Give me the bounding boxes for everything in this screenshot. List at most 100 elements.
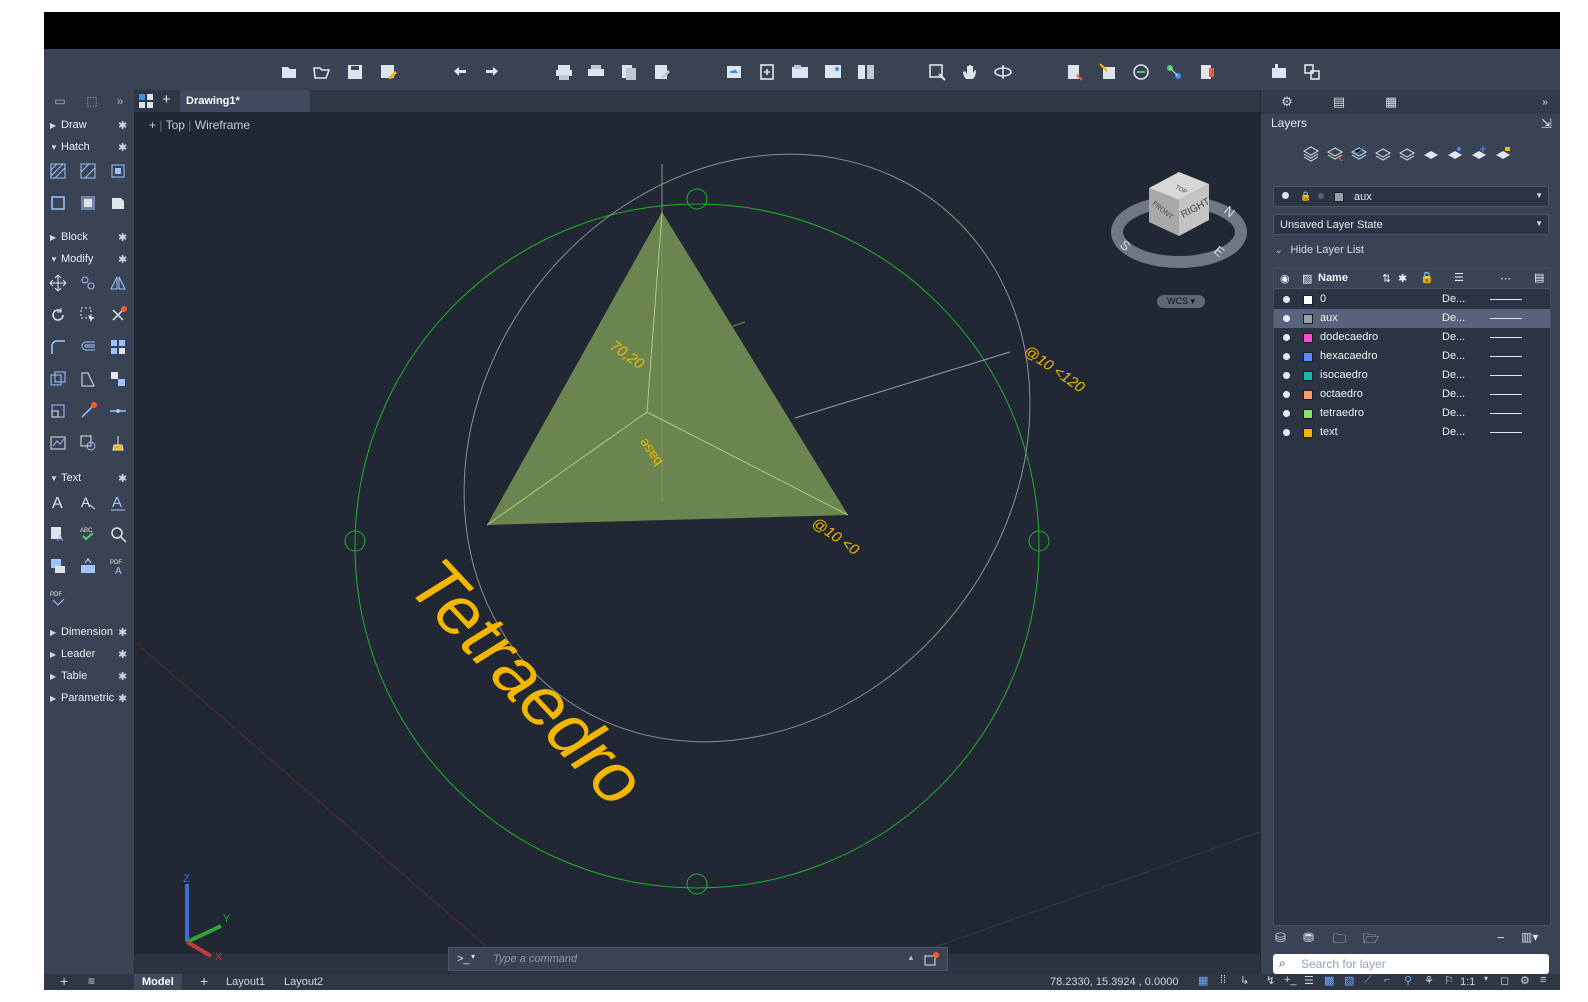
scale-icon[interactable] bbox=[77, 368, 99, 390]
fillet-icon[interactable] bbox=[47, 336, 69, 358]
tab-blocks-icon[interactable]: ▦ bbox=[1377, 93, 1405, 111]
selection-cycling-icon[interactable]: ⚲ bbox=[1404, 974, 1412, 987]
command-history-arrow-icon[interactable]: ▲ bbox=[907, 953, 915, 962]
layer-visibility-icon[interactable] bbox=[1283, 334, 1290, 341]
section-draw[interactable]: ▶ Draw ✱ bbox=[44, 116, 134, 136]
layer-visibility-icon[interactable] bbox=[1283, 372, 1290, 379]
xref-icon[interactable] bbox=[789, 61, 811, 83]
layer-row[interactable]: dodecaedro De... bbox=[1274, 328, 1550, 347]
gear-icon[interactable]: ✱ bbox=[118, 472, 127, 485]
minus-icon[interactable]: − bbox=[1497, 930, 1505, 945]
panel-undock-icon[interactable]: ⇲ bbox=[1541, 116, 1552, 132]
layer-linetype-sample[interactable] bbox=[1490, 356, 1522, 357]
layer-linetype-sample[interactable] bbox=[1490, 337, 1522, 338]
layer-linetype-sample[interactable] bbox=[1490, 375, 1522, 376]
move-icon[interactable] bbox=[47, 272, 69, 294]
layer-linetype-sample[interactable] bbox=[1490, 394, 1522, 395]
lineweight-icon[interactable]: ☰ bbox=[1304, 974, 1314, 987]
text-align-icon[interactable] bbox=[47, 555, 69, 577]
gear-icon[interactable]: ✱ bbox=[118, 253, 127, 266]
gear-icon[interactable]: ✱ bbox=[118, 670, 127, 683]
tab-layout2[interactable]: Layout2 bbox=[276, 974, 331, 990]
new-layout-plus-icon[interactable]: + bbox=[200, 974, 208, 988]
multiline-text-icon[interactable]: A bbox=[47, 491, 69, 513]
new-layer-footer-icon[interactable]: ⛁ bbox=[1275, 930, 1286, 946]
raster-image-icon[interactable] bbox=[822, 61, 844, 83]
layer-linetype-sample[interactable] bbox=[1490, 299, 1522, 300]
single-line-text-icon[interactable]: A bbox=[77, 491, 99, 513]
layer-row[interactable]: 0 De... bbox=[1274, 290, 1550, 309]
section-dimension[interactable]: ▶ Dimension ✱ bbox=[44, 623, 134, 643]
panel-collapse-icon[interactable]: » bbox=[1531, 93, 1559, 111]
palette-expand-icon[interactable]: » bbox=[110, 90, 130, 112]
command-line[interactable]: >_ ▾ Type a command ▲ bbox=[448, 947, 948, 971]
tab-properties-icon[interactable]: ⚙ bbox=[1273, 93, 1301, 111]
name-column-header[interactable]: Name bbox=[1318, 272, 1348, 284]
layout-list-icon[interactable]: ≡ bbox=[88, 974, 95, 988]
tab-layout1[interactable]: Layout1 bbox=[218, 974, 273, 990]
palette-tab-3d-icon[interactable]: ⬚ bbox=[80, 90, 104, 112]
orbit-icon[interactable] bbox=[992, 61, 1014, 83]
isometric-drafting-icon[interactable]: ▩ bbox=[1324, 974, 1334, 987]
data-extraction-icon[interactable] bbox=[1268, 61, 1290, 83]
compare-icon[interactable] bbox=[855, 61, 877, 83]
design-center-icon[interactable] bbox=[1130, 61, 1152, 83]
layer-row[interactable]: tetraedro De... bbox=[1274, 404, 1550, 423]
linetype-column-icon[interactable]: ⋯ bbox=[1500, 272, 1511, 285]
add-icon[interactable]: + bbox=[60, 974, 68, 988]
import-icon[interactable] bbox=[723, 61, 745, 83]
gear-icon[interactable]: ✱ bbox=[118, 626, 127, 639]
annotation-scale-value[interactable]: 1:1 bbox=[1460, 976, 1475, 988]
layer-linetype-sample[interactable] bbox=[1490, 432, 1522, 433]
visibility-column-eye-icon[interactable]: ◉ bbox=[1280, 272, 1290, 285]
new-file-icon[interactable] bbox=[278, 61, 300, 83]
renumber-icon[interactable] bbox=[1301, 61, 1323, 83]
object-snap-tracking-icon[interactable]: ▧ bbox=[1344, 974, 1354, 987]
start-tab-icon[interactable] bbox=[138, 93, 154, 109]
layer-color-swatch[interactable] bbox=[1303, 295, 1313, 305]
array-icon[interactable] bbox=[107, 336, 129, 358]
pdf-text-import-icon[interactable]: PDF A bbox=[107, 555, 129, 577]
trim-icon[interactable] bbox=[107, 304, 129, 326]
undo-icon[interactable] bbox=[449, 61, 471, 83]
polar-tracking-icon[interactable]: ⌐ bbox=[1384, 974, 1390, 986]
match-properties-icon[interactable] bbox=[1064, 61, 1086, 83]
infer-constraints-icon[interactable]: ↳ bbox=[1240, 974, 1249, 987]
layer-row[interactable]: hexacaedro De... bbox=[1274, 347, 1550, 366]
gear-icon[interactable]: ✱ bbox=[118, 231, 127, 244]
text-style-icon[interactable]: A bbox=[107, 491, 129, 513]
layer-color-swatch[interactable] bbox=[1303, 371, 1313, 381]
open-file-icon[interactable] bbox=[311, 61, 333, 83]
new-layer-icon[interactable] bbox=[1301, 144, 1321, 164]
rotate-icon[interactable] bbox=[47, 304, 69, 326]
tab-layers-icon[interactable]: ▤ bbox=[1325, 93, 1353, 111]
gear-icon[interactable]: ✱ bbox=[118, 119, 127, 132]
redo-icon[interactable] bbox=[481, 61, 503, 83]
batch-plot-icon[interactable] bbox=[585, 61, 607, 83]
ortho-mode-icon[interactable]: +_ bbox=[1284, 974, 1297, 986]
block-editor-icon[interactable] bbox=[1097, 61, 1119, 83]
column-settings-icon[interactable]: ▤ bbox=[1534, 271, 1544, 284]
section-leader[interactable]: ▶ Leader ✱ bbox=[44, 645, 134, 665]
new-group-filter-icon[interactable]: 🗀 bbox=[1333, 930, 1346, 952]
save-icon[interactable] bbox=[344, 61, 366, 83]
layer-color-swatch[interactable] bbox=[1303, 409, 1313, 419]
annotation-visibility-icon[interactable]: ⚘ bbox=[1424, 974, 1434, 987]
break-icon[interactable] bbox=[77, 400, 99, 422]
gear-icon[interactable]: ✱ bbox=[118, 141, 127, 154]
layer-color-swatch[interactable] bbox=[1303, 314, 1313, 324]
viewcube[interactable]: TOP FRONT RIGHT N E S bbox=[1109, 160, 1249, 300]
customize-icon[interactable]: ≡ bbox=[1540, 974, 1546, 986]
scale-dropdown-icon[interactable]: ▾ bbox=[1484, 974, 1488, 983]
coordinate-readout[interactable]: 78.2330, 15.3924 , 0.0000 bbox=[1050, 976, 1178, 988]
gradient-icon[interactable] bbox=[77, 192, 99, 214]
layer-visibility-icon[interactable] bbox=[1283, 296, 1290, 303]
region-icon[interactable] bbox=[47, 192, 69, 214]
layer-linetype-sample[interactable] bbox=[1490, 413, 1522, 414]
object-snap-icon[interactable]: ⟋ bbox=[1364, 974, 1372, 987]
new-tab-plus-icon[interactable]: + bbox=[162, 91, 171, 108]
section-block[interactable]: ▶ Block ✱ bbox=[44, 228, 134, 248]
layer-row[interactable]: text De... bbox=[1274, 423, 1550, 442]
text-frame-icon[interactable] bbox=[77, 555, 99, 577]
attach-icon[interactable] bbox=[756, 61, 778, 83]
